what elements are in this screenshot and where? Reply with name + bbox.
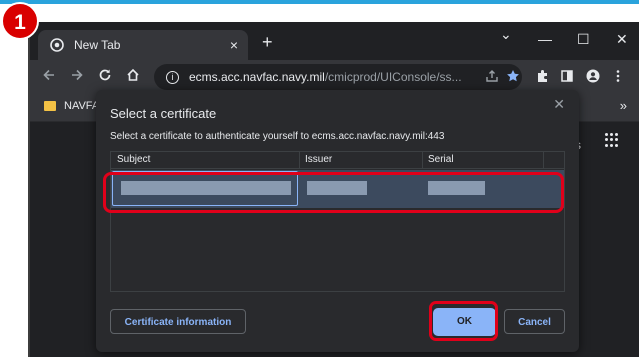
column-subject[interactable]: Subject	[117, 154, 150, 165]
back-arrow-icon[interactable]	[42, 68, 56, 85]
certificate-information-button[interactable]: Certificate information	[110, 309, 246, 334]
profile-avatar-icon[interactable]	[586, 69, 600, 86]
ok-highlight-annotation	[429, 301, 498, 341]
step-number-badge: 1	[1, 2, 39, 40]
tab-close-icon[interactable]: ×	[230, 37, 238, 53]
address-bar[interactable]: i ecms.acc.navfac.navy.mil/cmicprod/UICo…	[154, 64, 522, 90]
tab-title: New Tab	[74, 38, 121, 52]
tab-new-tab[interactable]: New Tab ×	[38, 30, 248, 60]
apps-grid-icon[interactable]	[605, 133, 619, 147]
cancel-button[interactable]: Cancel	[504, 309, 565, 334]
column-issuer[interactable]: Issuer	[305, 154, 332, 165]
column-divider	[422, 152, 423, 169]
tab-bar: New Tab × + ⌄ — ☐ ✕	[30, 22, 639, 60]
column-serial[interactable]: Serial	[428, 154, 454, 165]
bookmark-star-icon[interactable]	[506, 69, 520, 86]
extensions-icon[interactable]	[535, 69, 549, 86]
forward-arrow-icon[interactable]	[70, 68, 84, 85]
side-panel-icon[interactable]	[560, 69, 574, 86]
chrome-icon	[50, 38, 64, 52]
site-info-icon[interactable]: i	[166, 70, 179, 84]
table-header: Subject Issuer Serial	[111, 152, 564, 169]
url-path: /cmicprod/UIConsole/ss...	[324, 70, 462, 84]
dialog-close-icon[interactable]: ✕	[553, 96, 565, 113]
home-icon[interactable]	[126, 68, 140, 85]
browser-toolbar: i ecms.acc.navfac.navy.mil/cmicprod/UICo…	[30, 60, 639, 94]
column-divider	[299, 152, 300, 169]
dialog-subtitle: Select a certificate to authenticate you…	[110, 131, 445, 142]
tab-search-chevron-icon[interactable]: ⌄	[500, 26, 512, 43]
top-accent-line	[0, 0, 639, 4]
reload-icon[interactable]	[98, 68, 112, 85]
column-divider	[543, 152, 544, 169]
close-window-button[interactable]: ✕	[616, 31, 628, 48]
maximize-button[interactable]: ☐	[577, 31, 590, 48]
select-certificate-dialog: ✕ Select a certificate Select a certific…	[96, 90, 579, 352]
folder-icon	[44, 101, 56, 111]
minimize-button[interactable]: —	[538, 31, 552, 47]
url-host: ecms.acc.navfac.navy.mil	[189, 70, 325, 84]
bookmarks-overflow-icon[interactable]: »	[620, 98, 627, 113]
share-icon[interactable]	[485, 69, 499, 86]
new-tab-button[interactable]: +	[262, 33, 273, 51]
row-highlight-annotation	[103, 172, 564, 213]
menu-kebab-icon[interactable]	[615, 69, 621, 86]
dialog-title: Select a certificate	[110, 106, 217, 121]
